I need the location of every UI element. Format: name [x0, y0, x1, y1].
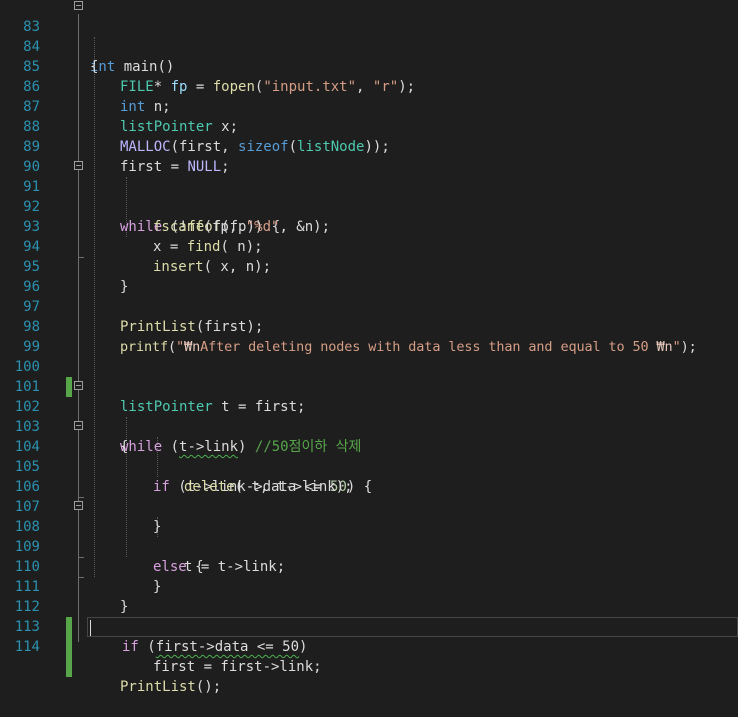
code-line[interactable]: 93 x = find( n);: [0, 197, 738, 255]
code-line[interactable]: 88 MALLOC(first, sizeof(listNode));: [0, 97, 738, 155]
code-line[interactable]: 96: [0, 257, 738, 295]
code-line[interactable]: 99: [0, 317, 738, 355]
code-editor[interactable]: 83 int main() 84 { 85 FILE* fp = fopen("…: [0, 0, 738, 695]
code-line[interactable]: 100 listPointer t = first;: [0, 337, 738, 415]
code-line[interactable]: 101: [0, 357, 738, 395]
code-line[interactable]: 111 }: [0, 557, 738, 615]
code-text: first = first->link;: [153, 659, 322, 675]
code-line[interactable]: 105 delete( t, t->link);: [0, 437, 738, 495]
code-line[interactable]: 89 first = NULL;: [0, 117, 738, 175]
code-line[interactable]: 107 }: [0, 477, 738, 535]
code-line[interactable]: 109 t = t->link;: [0, 517, 738, 575]
collapse-icon[interactable]: [74, 1, 83, 10]
code-line[interactable]: 90: [0, 137, 738, 175]
code-text: if (first->data <= 50): [122, 639, 308, 655]
code-line[interactable]: 92 fscanf(fp, "%d", &n);: [0, 177, 738, 235]
code-line[interactable]: 103 {: [0, 397, 738, 455]
code-line[interactable]: 102 while (t->link) //50점이하 삭제: [0, 377, 738, 455]
collapse-icon[interactable]: [74, 501, 83, 510]
code-line[interactable]: 112 if (first->data <= 50): [0, 577, 738, 655]
line-number: 114: [14, 639, 40, 655]
code-line[interactable]: 84 {: [0, 17, 738, 75]
code-line[interactable]: 91 while (!feof(fp)) {: [0, 157, 738, 235]
code-line[interactable]: 98 printf("₩nAfter deleting nodes with d…: [0, 297, 738, 355]
code-line[interactable]: 113 first = first->link;: [0, 597, 738, 675]
code-line[interactable]: 87 listPointer x;: [0, 77, 738, 135]
collapse-icon[interactable]: [74, 161, 83, 170]
collapse-icon[interactable]: [74, 421, 83, 430]
code-line[interactable]: 95 }: [0, 237, 738, 295]
code-line[interactable]: 104 if (t->link->data <= 50) {: [0, 417, 738, 495]
code-text: PrintList();: [120, 679, 222, 695]
code-line[interactable]: 106: [0, 457, 738, 495]
code-line[interactable]: 94 insert( x, n);: [0, 217, 738, 275]
code-line[interactable]: 83 int main(): [0, 0, 738, 75]
code-line[interactable]: 114 PrintList();: [0, 617, 738, 695]
code-line[interactable]: 108 else {: [0, 497, 738, 575]
code-line[interactable]: 110 }: [0, 537, 738, 595]
change-indicator: [66, 637, 72, 657]
collapse-icon[interactable]: [74, 381, 83, 390]
code-line[interactable]: 85 FILE* fp = fopen("input.txt", "r");: [0, 37, 738, 95]
code-line[interactable]: 86 int n;: [0, 57, 738, 115]
code-line[interactable]: 97 PrintList(first);: [0, 277, 738, 335]
text-cursor: [90, 620, 91, 636]
change-indicator: [66, 657, 72, 677]
